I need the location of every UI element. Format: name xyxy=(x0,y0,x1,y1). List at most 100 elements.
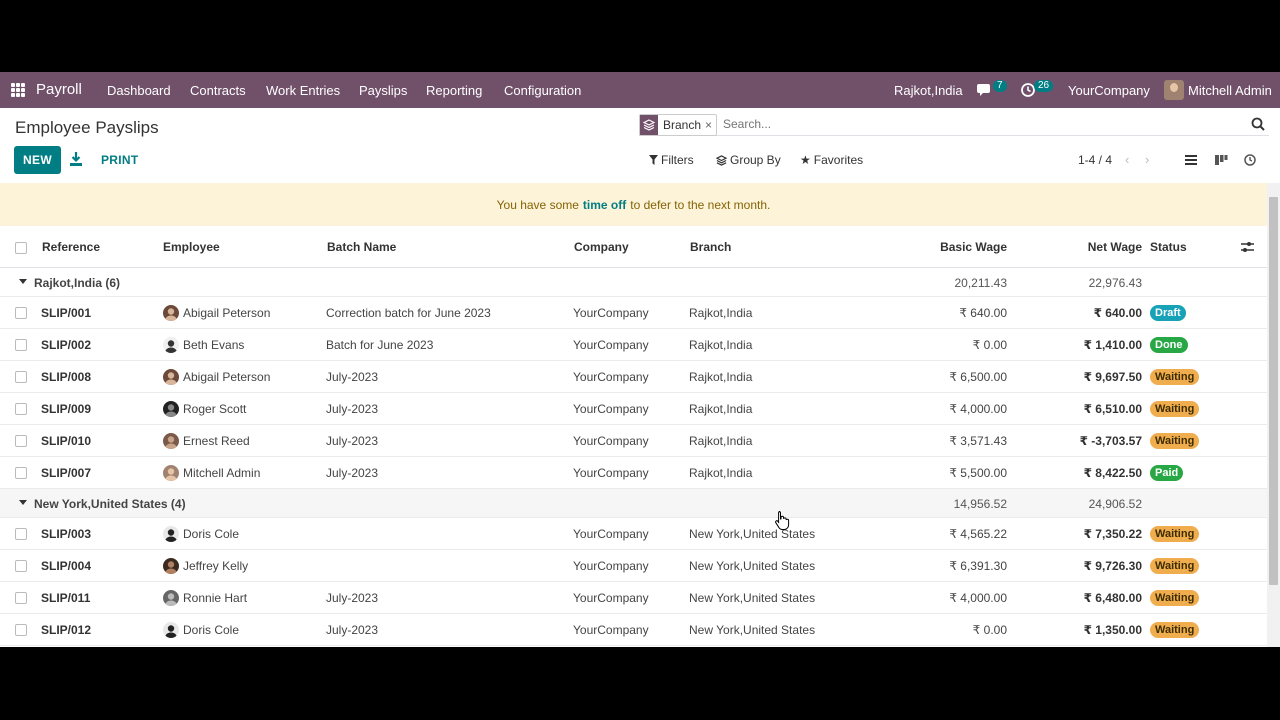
table-row[interactable]: SLIP/003 Doris Cole YourCompany New York,Un… xyxy=(0,518,1267,550)
table-row[interactable]: SLIP/008 Abigail Peterson July-2023 YourCom… xyxy=(0,361,1267,393)
row-checkbox[interactable] xyxy=(15,467,27,479)
cell-company: YourCompany xyxy=(573,434,649,448)
row-checkbox[interactable] xyxy=(15,560,27,572)
row-checkbox[interactable] xyxy=(15,624,27,636)
print-button[interactable]: PRINT xyxy=(101,153,139,167)
favorites-label: Favorites xyxy=(813,153,864,167)
cell-basic-wage: ₹ 4,000.00 xyxy=(949,402,1007,416)
activity-clock-icon[interactable] xyxy=(1021,83,1035,97)
cell-employee: Doris Cole xyxy=(183,527,240,541)
menu-work-entries[interactable]: Work Entries xyxy=(266,83,340,98)
row-checkbox[interactable] xyxy=(15,592,27,604)
user-avatar[interactable] xyxy=(1164,80,1184,100)
table-row[interactable]: SLIP/012 Doris Cole July-2023 YourCompany Ne… xyxy=(0,614,1267,646)
cell-employee: Ronnie Hart xyxy=(183,591,248,605)
group-basic-total: 14,956.52 xyxy=(953,497,1007,511)
row-checkbox[interactable] xyxy=(15,403,27,415)
menu-reporting[interactable]: Reporting xyxy=(426,83,482,98)
apps-menu-icon[interactable] xyxy=(11,83,25,97)
cell-company: YourCompany xyxy=(573,527,649,541)
table-row[interactable]: SLIP/002 Beth Evans Batch for June 2023 You… xyxy=(0,329,1267,361)
row-checkbox[interactable] xyxy=(15,339,27,351)
messages-count-badge: 7 xyxy=(993,80,1007,92)
menu-contracts[interactable]: Contracts xyxy=(190,83,246,98)
top-navbar: Payroll Dashboard Contracts Work Entries… xyxy=(0,72,1280,108)
cell-batch-name: July-2023 xyxy=(326,623,379,637)
cell-batch-name: July-2023 xyxy=(326,370,379,384)
caret-down-icon[interactable] xyxy=(19,500,27,505)
column-basic-wage[interactable]: Basic Wage xyxy=(940,240,1007,254)
cell-company: YourCompany xyxy=(573,402,649,416)
group-label: New York,United States (4) xyxy=(34,497,186,511)
row-checkbox[interactable] xyxy=(15,528,27,540)
search-icon[interactable] xyxy=(1251,117,1265,131)
status-badge: Waiting xyxy=(1150,433,1200,449)
pager-value[interactable]: 1-4 / 4 xyxy=(1078,153,1112,167)
table-row[interactable]: SLIP/011 Ronnie Hart July-2023 YourCompany N… xyxy=(0,582,1267,614)
column-status[interactable]: Status xyxy=(1150,240,1187,254)
employee-avatar xyxy=(163,622,179,638)
caret-down-icon[interactable] xyxy=(19,279,27,284)
filters-button[interactable]: Filters xyxy=(649,153,694,167)
favorites-button[interactable]: ★ Favorites xyxy=(800,153,863,167)
column-employee[interactable]: Employee xyxy=(163,240,220,254)
app-brand[interactable]: Payroll xyxy=(36,81,82,98)
download-icon[interactable] xyxy=(70,152,82,166)
search-input[interactable] xyxy=(723,117,1243,131)
table-row[interactable]: SLIP/009 Roger Scott July-2023 YourCompany R… xyxy=(0,393,1267,425)
cell-reference: SLIP/008 xyxy=(41,370,92,384)
cell-net-wage: ₹ 8,422.50 xyxy=(1083,466,1142,480)
select-all-checkbox[interactable] xyxy=(15,242,27,254)
row-checkbox[interactable] xyxy=(15,307,27,319)
menu-payslips[interactable]: Payslips xyxy=(359,83,407,98)
column-reference[interactable]: Reference xyxy=(42,240,100,254)
employee-avatar xyxy=(163,401,179,417)
list-view-icon[interactable] xyxy=(1183,152,1199,168)
group-row[interactable]: New York,United States (4) 14,956.52 24,90… xyxy=(0,489,1267,518)
company-switcher[interactable]: YourCompany xyxy=(1068,83,1150,98)
column-net-wage[interactable]: Net Wage xyxy=(1088,240,1142,254)
cell-batch-name: July-2023 xyxy=(326,591,379,605)
row-checkbox[interactable] xyxy=(15,371,27,383)
column-company[interactable]: Company xyxy=(574,240,629,254)
table-row[interactable]: SLIP/001 Abigail Peterson Correction batch… xyxy=(0,297,1267,329)
user-menu[interactable]: Mitchell Admin xyxy=(1188,83,1272,98)
cell-basic-wage: ₹ 0.00 xyxy=(972,338,1007,352)
group-net-total: 22,976.43 xyxy=(1088,276,1142,290)
activity-view-icon[interactable] xyxy=(1242,152,1258,168)
new-button[interactable]: NEW xyxy=(14,146,61,174)
hand-cursor-icon xyxy=(775,511,790,530)
branch-switcher[interactable]: Rajkot,India xyxy=(894,83,963,98)
facet-close-icon[interactable]: × xyxy=(705,118,716,132)
cell-basic-wage: ₹ 6,500.00 xyxy=(949,370,1007,384)
facet-label: Branch xyxy=(663,118,702,132)
cell-branch: New York,United States xyxy=(689,591,816,605)
time-off-link[interactable]: time off xyxy=(583,198,626,212)
optional-columns-icon[interactable] xyxy=(1241,241,1254,253)
activities-count-badge: 26 xyxy=(1034,80,1054,92)
table-row[interactable]: SLIP/010 Ernest Reed July-2023 YourCompany R… xyxy=(0,425,1267,457)
table-row[interactable]: SLIP/007 Mitchell Admin July-2023 YourCompa… xyxy=(0,457,1267,489)
kanban-view-icon[interactable] xyxy=(1213,152,1229,168)
cell-net-wage: ₹ 6,480.00 xyxy=(1083,591,1142,605)
messages-icon[interactable] xyxy=(977,83,993,97)
cell-batch-name: July-2023 xyxy=(326,434,379,448)
cell-batch-name: July-2023 xyxy=(326,466,379,480)
groupby-button[interactable]: Group By xyxy=(716,153,781,167)
scrollbar-thumb[interactable] xyxy=(1269,197,1278,585)
cell-company: YourCompany xyxy=(573,306,649,320)
menu-configuration[interactable]: Configuration xyxy=(504,83,581,98)
search-facet-branch[interactable]: Branch × xyxy=(639,114,718,136)
table-row[interactable]: SLIP/004 Jeffrey Kelly YourCompany New York… xyxy=(0,550,1267,582)
row-checkbox[interactable] xyxy=(15,435,27,447)
pager-previous-icon[interactable]: ‹ xyxy=(1125,152,1129,167)
column-branch[interactable]: Branch xyxy=(690,240,731,254)
group-row[interactable]: Rajkot,India (6) 20,211.43 22,976.43 xyxy=(0,268,1267,297)
scrollbar[interactable] xyxy=(1267,183,1280,647)
status-badge: Waiting xyxy=(1150,526,1200,542)
menu-dashboard[interactable]: Dashboard xyxy=(107,83,171,98)
group-basic-total: 20,211.43 xyxy=(954,276,1008,290)
star-icon: ★ xyxy=(800,153,811,167)
column-batch-name[interactable]: Batch Name xyxy=(327,240,396,254)
pager-next-icon[interactable]: › xyxy=(1145,152,1149,167)
